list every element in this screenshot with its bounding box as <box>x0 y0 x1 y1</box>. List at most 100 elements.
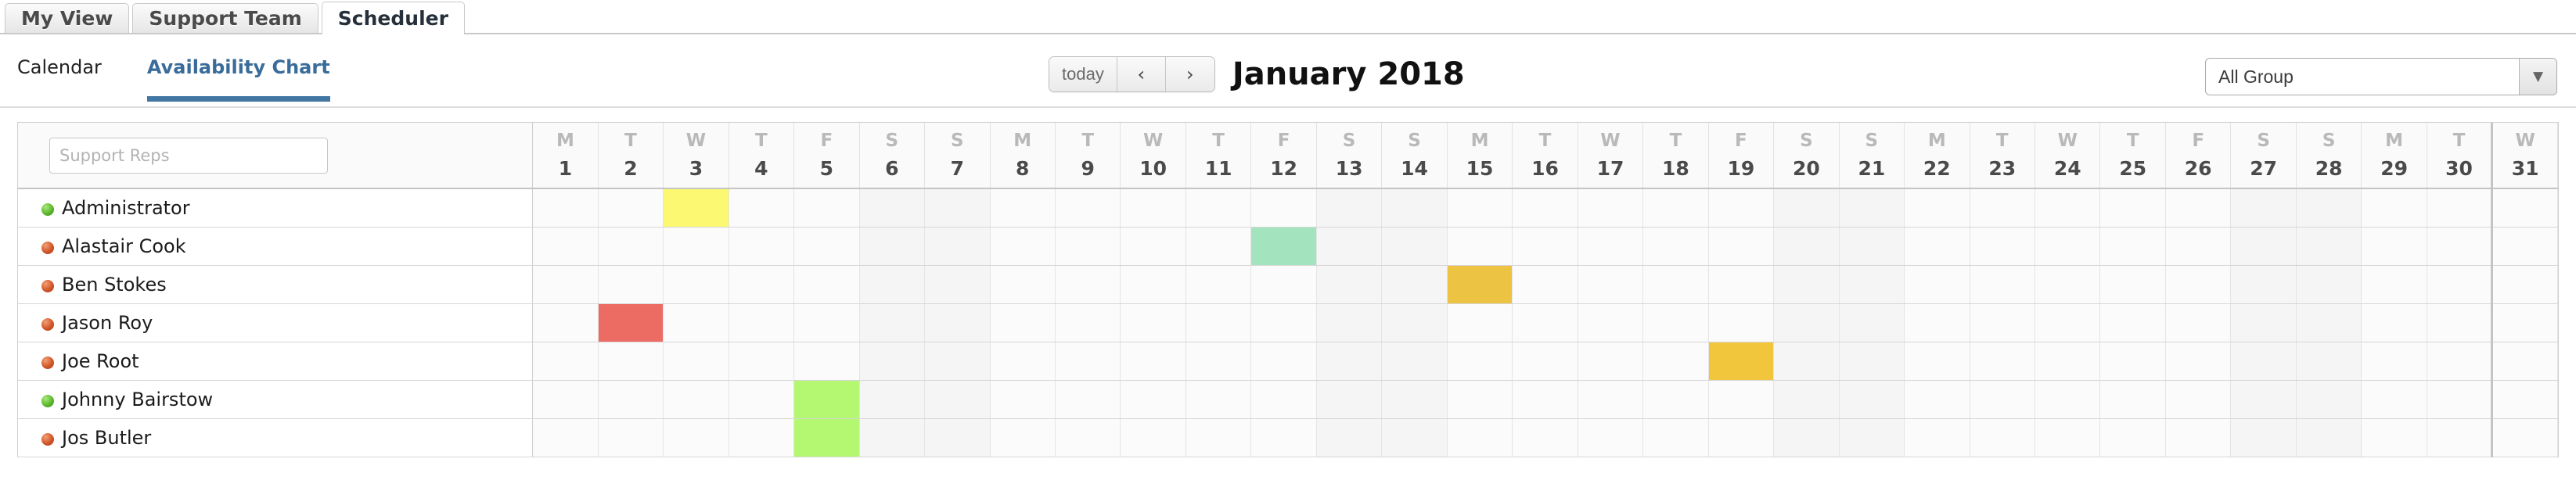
availability-cell[interactable] <box>1120 303 1186 342</box>
availability-cell[interactable] <box>2035 380 2101 419</box>
availability-cell[interactable] <box>598 227 664 266</box>
availability-cell[interactable] <box>1250 227 1317 266</box>
availability-cell[interactable] <box>1839 380 1905 419</box>
availability-cell[interactable] <box>2296 380 2362 419</box>
availability-cell[interactable] <box>1642 418 1709 457</box>
availability-cell[interactable] <box>663 303 729 342</box>
availability-cell[interactable] <box>2296 227 2362 266</box>
availability-cell[interactable] <box>990 303 1056 342</box>
availability-cell[interactable] <box>924 188 991 228</box>
availability-cell[interactable] <box>859 188 926 228</box>
availability-cell[interactable] <box>1642 265 1709 304</box>
availability-cell[interactable] <box>1447 303 1513 342</box>
availability-cell[interactable] <box>1773 265 1840 304</box>
availability-cell[interactable] <box>2296 265 2362 304</box>
availability-cell[interactable] <box>663 188 729 228</box>
rep-name-cell[interactable]: Administrator <box>18 188 534 228</box>
availability-cell[interactable] <box>1642 342 1709 381</box>
availability-cell[interactable] <box>1447 188 1513 228</box>
availability-cell[interactable] <box>1708 342 1775 381</box>
availability-cell[interactable] <box>2491 227 2558 266</box>
availability-cell[interactable] <box>1381 227 1448 266</box>
availability-cell[interactable] <box>2035 188 2101 228</box>
availability-cell[interactable] <box>2491 380 2558 419</box>
availability-cell[interactable] <box>1839 188 1905 228</box>
availability-cell[interactable] <box>2361 303 2427 342</box>
availability-cell[interactable] <box>2427 265 2493 304</box>
availability-cell[interactable] <box>1578 303 1644 342</box>
availability-cell[interactable] <box>663 227 729 266</box>
availability-cell[interactable] <box>729 418 795 457</box>
availability-cell[interactable] <box>1250 188 1317 228</box>
availability-cell[interactable] <box>1708 188 1775 228</box>
availability-cell[interactable] <box>1185 342 1252 381</box>
availability-cell[interactable] <box>2099 265 2166 304</box>
availability-cell[interactable] <box>2165 380 2232 419</box>
availability-cell[interactable] <box>1316 227 1383 266</box>
availability-cell[interactable] <box>1185 188 1252 228</box>
prev-month-button[interactable]: ‹ <box>1117 57 1166 91</box>
table-row[interactable]: Jason Roy <box>18 303 2558 342</box>
rep-name-cell[interactable]: Alastair Cook <box>18 227 534 266</box>
availability-cell[interactable] <box>859 342 926 381</box>
availability-event-block[interactable] <box>1447 265 1513 303</box>
availability-cell[interactable] <box>1578 188 1644 228</box>
availability-cell[interactable] <box>2296 342 2362 381</box>
search-input[interactable] <box>49 137 328 174</box>
availability-cell[interactable] <box>2361 418 2427 457</box>
availability-cell[interactable] <box>2099 227 2166 266</box>
availability-cell[interactable] <box>2296 188 2362 228</box>
availability-cell[interactable] <box>2165 303 2232 342</box>
availability-cell[interactable] <box>1381 265 1448 304</box>
availability-cell[interactable] <box>1381 303 1448 342</box>
availability-cell[interactable] <box>859 380 926 419</box>
availability-cell[interactable] <box>1185 380 1252 419</box>
availability-cell[interactable] <box>859 418 926 457</box>
availability-cell[interactable] <box>1904 227 1970 266</box>
availability-cell[interactable] <box>1381 188 1448 228</box>
availability-cell[interactable] <box>990 188 1056 228</box>
availability-cell[interactable] <box>729 380 795 419</box>
availability-cell[interactable] <box>1512 227 1578 266</box>
availability-cell[interactable] <box>663 342 729 381</box>
availability-cell[interactable] <box>1970 342 2036 381</box>
availability-cell[interactable] <box>1055 380 1121 419</box>
availability-cell[interactable] <box>793 227 860 266</box>
availability-cell[interactable] <box>1642 227 1709 266</box>
rep-name-cell[interactable]: Johnny Bairstow <box>18 380 534 419</box>
availability-cell[interactable] <box>1381 342 1448 381</box>
availability-cell[interactable] <box>2361 227 2427 266</box>
availability-cell[interactable] <box>1185 265 1252 304</box>
availability-cell[interactable] <box>1708 380 1775 419</box>
availability-cell[interactable] <box>1512 265 1578 304</box>
availability-cell[interactable] <box>1055 265 1121 304</box>
availability-cell[interactable] <box>2165 342 2232 381</box>
availability-event-block[interactable] <box>598 303 664 342</box>
availability-cell[interactable] <box>1120 418 1186 457</box>
availability-cell[interactable] <box>663 380 729 419</box>
availability-cell[interactable] <box>2099 380 2166 419</box>
availability-cell[interactable] <box>598 418 664 457</box>
availability-cell[interactable] <box>2099 342 2166 381</box>
availability-cell[interactable] <box>2165 418 2232 457</box>
availability-cell[interactable] <box>1970 188 2036 228</box>
availability-cell[interactable] <box>2035 303 2101 342</box>
availability-cell[interactable] <box>1185 303 1252 342</box>
availability-cell[interactable] <box>1578 342 1644 381</box>
availability-cell[interactable] <box>1381 380 1448 419</box>
availability-cell[interactable] <box>2099 418 2166 457</box>
availability-cell[interactable] <box>1773 342 1840 381</box>
availability-cell[interactable] <box>2427 342 2493 381</box>
availability-cell[interactable] <box>1773 227 1840 266</box>
today-button[interactable]: today <box>1049 57 1117 91</box>
availability-cell[interactable] <box>924 265 991 304</box>
availability-cell[interactable] <box>1970 380 2036 419</box>
availability-cell[interactable] <box>1839 303 1905 342</box>
rep-name-cell[interactable]: Jos Butler <box>18 418 534 457</box>
main-tab-support-team[interactable]: Support Team <box>132 3 318 33</box>
availability-cell[interactable] <box>2427 380 2493 419</box>
availability-cell[interactable] <box>1642 188 1709 228</box>
availability-cell[interactable] <box>729 303 795 342</box>
availability-cell[interactable] <box>1904 303 1970 342</box>
availability-cell[interactable] <box>1120 265 1186 304</box>
